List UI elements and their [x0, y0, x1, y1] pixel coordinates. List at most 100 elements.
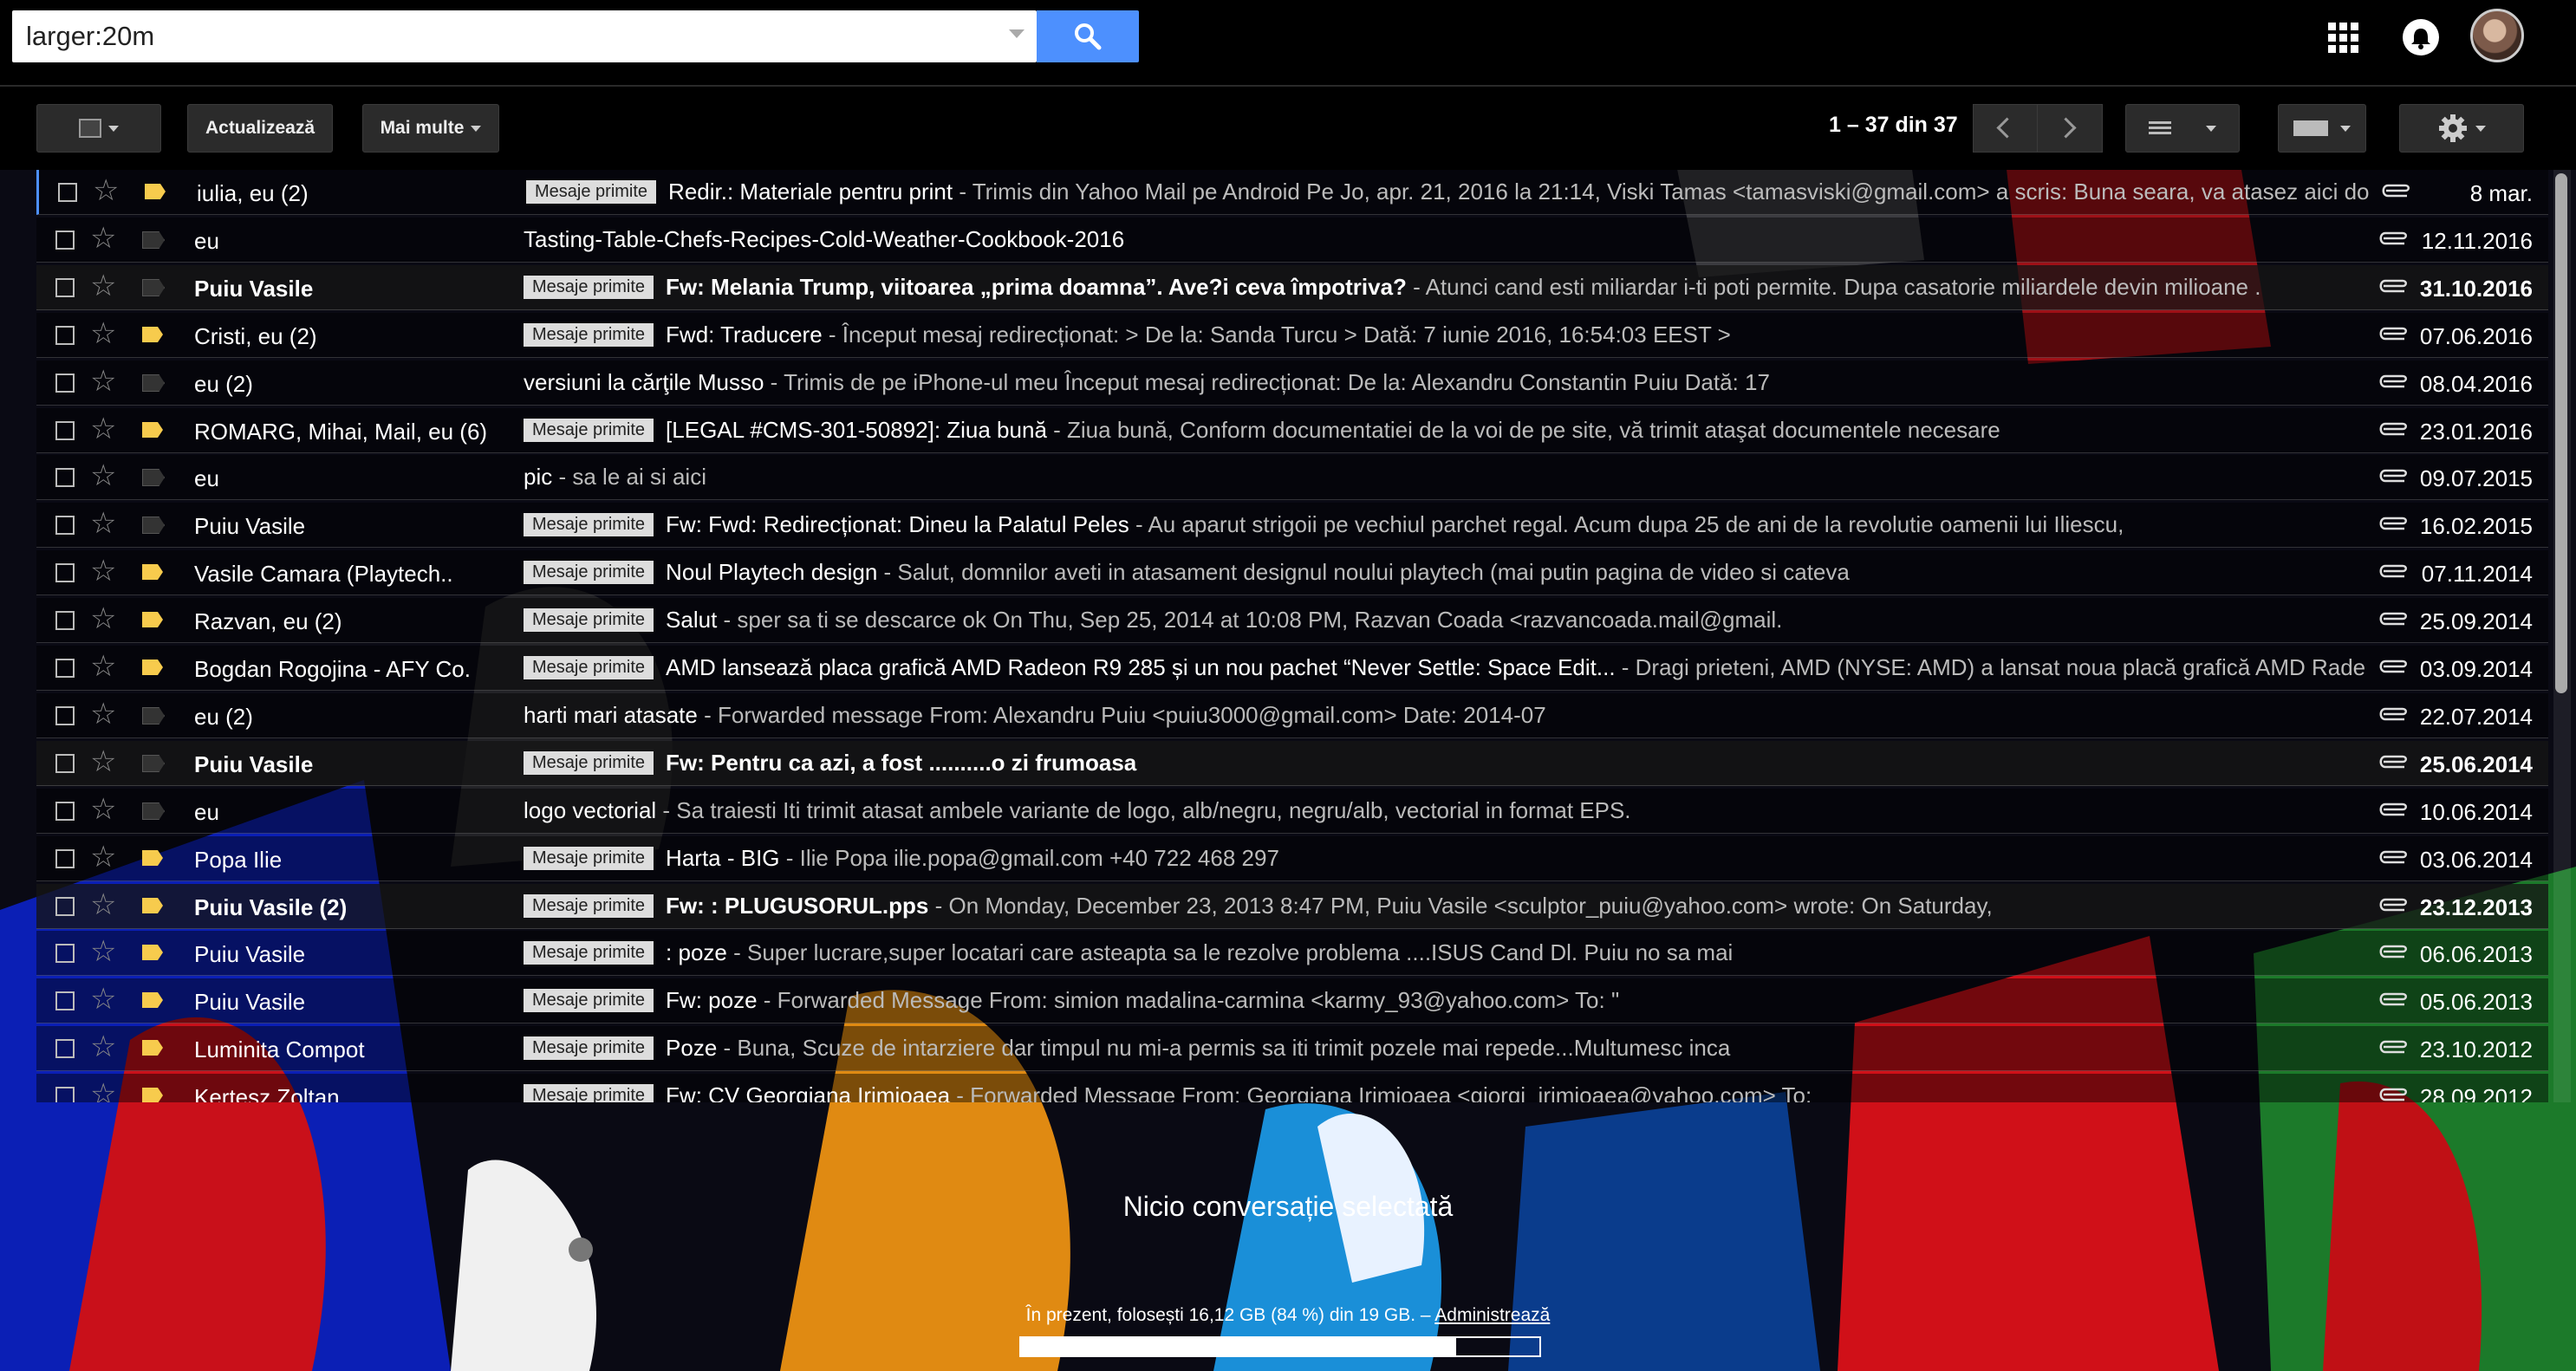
row-checkbox[interactable]: [55, 563, 75, 582]
importance-marker-icon[interactable]: [142, 422, 163, 438]
star-icon[interactable]: ☆: [90, 458, 116, 493]
row-checkbox[interactable]: [55, 326, 75, 345]
importance-marker-icon[interactable]: [142, 612, 163, 627]
importance-marker-icon[interactable]: [142, 802, 165, 820]
message-row[interactable]: ☆ Popa Ilie Mesaje primite Harta - BIG - Il…: [36, 836, 2548, 881]
inbox-label-badge[interactable]: Mesaje primite: [524, 276, 654, 299]
star-icon[interactable]: ☆: [90, 506, 116, 541]
star-icon[interactable]: ☆: [90, 554, 116, 588]
importance-marker-icon[interactable]: [142, 469, 165, 486]
importance-marker-icon[interactable]: [142, 517, 165, 534]
inbox-label-badge[interactable]: Mesaje primite: [524, 608, 654, 632]
split-pane-toggle[interactable]: [2125, 104, 2240, 153]
row-checkbox[interactable]: [55, 374, 75, 393]
row-checkbox[interactable]: [55, 991, 75, 1010]
inbox-label-badge[interactable]: Mesaje primite: [526, 180, 657, 204]
message-row[interactable]: ☆ eu (2) versiuni la cărţile Musso - Trimi…: [36, 361, 2548, 406]
star-icon[interactable]: ☆: [90, 601, 116, 636]
select-all-dropdown[interactable]: [36, 104, 161, 153]
row-checkbox[interactable]: [55, 754, 75, 773]
inbox-label-badge[interactable]: Mesaje primite: [524, 751, 654, 775]
inbox-label-badge[interactable]: Mesaje primite: [524, 1036, 654, 1060]
inbox-label-badge[interactable]: Mesaje primite: [524, 561, 654, 584]
message-row[interactable]: ☆ eu Tasting-Table-Chefs-Recipes-Cold-Weat…: [36, 218, 2548, 263]
message-row[interactable]: ☆ Bogdan Rogojina - AFY Co. Mesaje primite…: [36, 646, 2548, 691]
inbox-label-badge[interactable]: Mesaje primite: [524, 323, 654, 347]
row-checkbox[interactable]: [55, 468, 75, 487]
star-icon[interactable]: ☆: [90, 840, 116, 874]
star-icon[interactable]: ☆: [90, 364, 116, 399]
row-checkbox[interactable]: [58, 183, 77, 202]
importance-marker-icon[interactable]: [142, 898, 163, 913]
inbox-label-badge[interactable]: Mesaje primite: [524, 1084, 654, 1102]
importance-marker-icon[interactable]: [142, 1040, 163, 1056]
importance-marker-icon[interactable]: [142, 279, 165, 296]
scrollbar-thumb[interactable]: [2555, 173, 2567, 693]
message-row[interactable]: ☆ eu (2) harti mari atasate - Forwarded me…: [36, 693, 2548, 738]
select-checkbox[interactable]: [79, 119, 101, 138]
star-icon[interactable]: ☆: [90, 221, 116, 256]
message-row[interactable]: ☆ Kertesz Zoltan Mesaje primite Fw: CV Geor…: [36, 1074, 2548, 1102]
importance-marker-icon[interactable]: [142, 327, 163, 342]
importance-marker-icon[interactable]: [142, 564, 163, 580]
inbox-label-badge[interactable]: Mesaje primite: [524, 894, 654, 918]
manage-storage-link[interactable]: Administrează: [1434, 1305, 1550, 1325]
apps-grid-icon[interactable]: [2328, 23, 2359, 54]
star-icon[interactable]: ☆: [90, 1077, 116, 1102]
row-checkbox[interactable]: [55, 849, 75, 868]
message-row[interactable]: ☆ Puiu Vasile Mesaje primite Fw: Pentru ca …: [36, 741, 2548, 786]
star-icon[interactable]: ☆: [90, 887, 116, 922]
row-checkbox[interactable]: [55, 1039, 75, 1058]
message-row[interactable]: ☆ Puiu Vasile Mesaje primite Fw: Melania Tr…: [36, 265, 2548, 310]
more-actions-button[interactable]: Mai multe: [362, 104, 499, 153]
input-tools-toggle[interactable]: [2278, 104, 2366, 153]
importance-marker-icon[interactable]: [142, 755, 165, 772]
star-icon[interactable]: ☆: [90, 744, 116, 779]
importance-marker-icon[interactable]: [142, 1088, 163, 1102]
row-checkbox[interactable]: [55, 706, 75, 725]
inbox-label-badge[interactable]: Mesaje primite: [524, 419, 654, 442]
importance-marker-icon[interactable]: [142, 850, 163, 866]
newer-button[interactable]: [1973, 104, 2039, 153]
star-icon[interactable]: ☆: [90, 1030, 116, 1064]
search-input[interactable]: [26, 10, 997, 62]
older-button[interactable]: [2037, 104, 2103, 153]
importance-marker-icon[interactable]: [142, 992, 163, 1008]
star-icon[interactable]: ☆: [90, 982, 116, 1017]
star-icon[interactable]: ☆: [90, 934, 116, 969]
star-icon[interactable]: ☆: [90, 269, 116, 303]
message-row[interactable]: ☆ eu pic - sa le ai si aici 09.07.2015: [36, 455, 2548, 500]
row-checkbox[interactable]: [55, 516, 75, 535]
inbox-label-badge[interactable]: Mesaje primite: [524, 941, 654, 965]
importance-marker-icon[interactable]: [145, 184, 166, 199]
star-icon[interactable]: ☆: [90, 412, 116, 446]
row-checkbox[interactable]: [55, 278, 75, 297]
message-row[interactable]: ☆ Cristi, eu (2) Mesaje primite Fwd: Traduc…: [36, 313, 2548, 358]
row-checkbox[interactable]: [55, 659, 75, 678]
search-box[interactable]: [12, 10, 1037, 62]
message-row[interactable]: ☆ Puiu Vasile Mesaje primite: poze - Super…: [36, 931, 2548, 976]
row-checkbox[interactable]: [55, 944, 75, 963]
refresh-button[interactable]: Actualizează: [187, 104, 333, 153]
importance-marker-icon[interactable]: [142, 374, 165, 392]
search-options-dropdown-icon[interactable]: [1009, 29, 1025, 38]
message-row[interactable]: ☆ Razvan, eu (2) Mesaje primite Salut - spe…: [36, 598, 2548, 643]
inbox-label-badge[interactable]: Mesaje primite: [524, 847, 654, 870]
message-row[interactable]: ☆ eu logo vectorial - Sa traiesti Iti trim…: [36, 789, 2548, 834]
importance-marker-icon[interactable]: [142, 707, 165, 724]
row-checkbox[interactable]: [55, 802, 75, 821]
row-checkbox[interactable]: [55, 421, 75, 440]
star-icon[interactable]: ☆: [93, 173, 119, 208]
message-row[interactable]: ☆ Vasile Camara (Playtech.. Mesaje primite…: [36, 550, 2548, 595]
inbox-label-badge[interactable]: Mesaje primite: [524, 656, 654, 679]
row-checkbox[interactable]: [55, 1087, 75, 1102]
notifications-bell-icon[interactable]: [2403, 19, 2439, 55]
message-row[interactable]: ☆ iulia, eu (2) Mesaje primite Redir.: Mate…: [36, 170, 2548, 215]
row-checkbox[interactable]: [55, 897, 75, 916]
inbox-label-badge[interactable]: Mesaje primite: [524, 513, 654, 536]
importance-marker-icon[interactable]: [142, 945, 163, 960]
account-avatar[interactable]: [2470, 9, 2524, 62]
row-checkbox[interactable]: [55, 611, 75, 630]
inbox-label-badge[interactable]: Mesaje primite: [524, 989, 654, 1012]
star-icon[interactable]: ☆: [90, 649, 116, 684]
